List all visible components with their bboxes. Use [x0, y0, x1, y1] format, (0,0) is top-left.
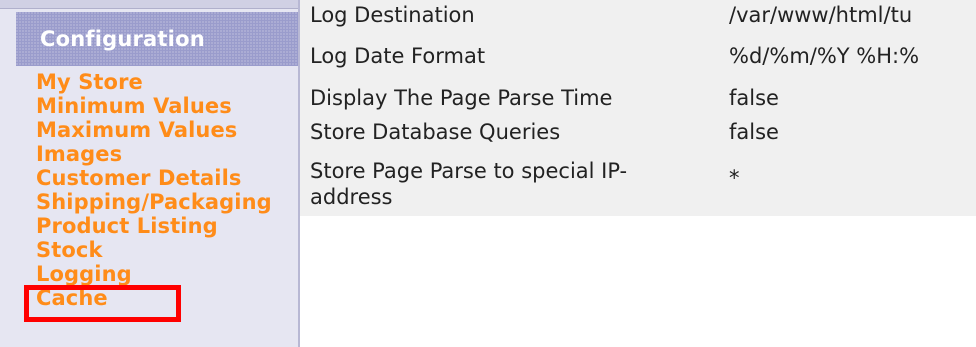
main-content: Log Destination /var/www/html/tu Log Dat… [300, 0, 976, 347]
menu-item-my-store[interactable]: My Store [36, 70, 300, 94]
row-key: Display The Page Parse Time [310, 86, 613, 110]
sidebar: Configuration My Store Minimum Values Ma… [0, 0, 300, 347]
menu-item-minimum-values[interactable]: Minimum Values [36, 94, 300, 118]
menu-item-customer-details[interactable]: Customer Details [36, 166, 300, 190]
row-value: false [729, 86, 779, 110]
row-key: Store Database Queries [310, 120, 561, 144]
sidebar-top-strip [0, 0, 298, 9]
row-key: Log Date Format [310, 44, 486, 68]
row-value: /var/www/html/tu [729, 3, 913, 27]
row-value: false [729, 120, 779, 144]
sidebar-header: Configuration [16, 12, 298, 66]
row-key: Store Page Parse to special IP-address [310, 159, 628, 209]
menu-item-stock[interactable]: Stock [36, 238, 300, 262]
menu-item-cache[interactable]: Cache [36, 286, 300, 310]
menu-item-images[interactable]: Images [36, 142, 300, 166]
sidebar-header-title: Configuration [40, 27, 205, 51]
row-value: * [729, 166, 740, 190]
menu-item-shipping-packaging[interactable]: Shipping/Packaging [36, 190, 300, 214]
row-key: Log Destination [310, 3, 475, 27]
config-table: Log Destination /var/www/html/tu Log Dat… [300, 0, 976, 216]
row-value: %d/%m/%Y %H:% [729, 44, 920, 68]
menu-item-product-listing[interactable]: Product Listing [36, 214, 300, 238]
menu-item-maximum-values[interactable]: Maximum Values [36, 118, 300, 142]
page: Configuration My Store Minimum Values Ma… [0, 0, 976, 347]
config-menu: My Store Minimum Values Maximum Values I… [36, 70, 300, 310]
menu-item-logging[interactable]: Logging [36, 262, 300, 286]
